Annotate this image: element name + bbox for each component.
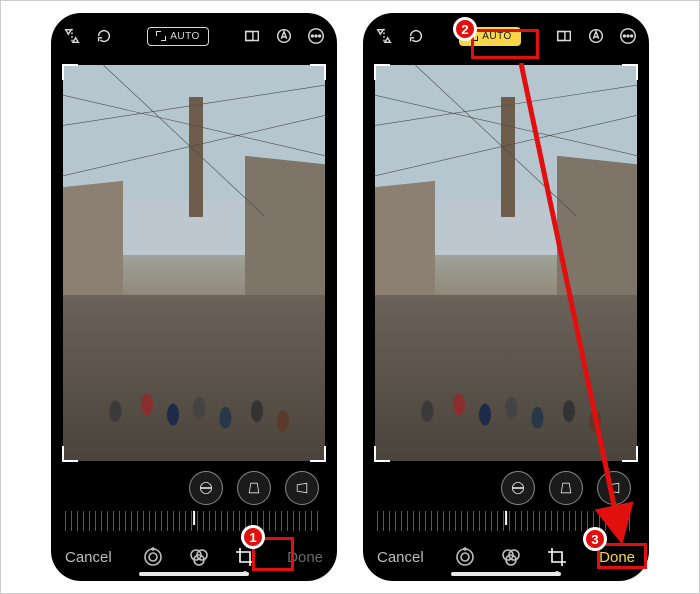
crop-mode-icon[interactable] (234, 546, 256, 568)
done-button[interactable]: Done (287, 549, 323, 566)
filters-mode-icon[interactable] (500, 546, 522, 568)
vertical-perspective-tool[interactable] (549, 471, 583, 505)
phone-screen-left: AUTO (51, 13, 337, 581)
editor-top-toolbar: AUTO (363, 13, 649, 59)
crop-handle-tl[interactable] (62, 64, 78, 80)
crop-handle-tl[interactable] (374, 64, 390, 80)
rotate-icon[interactable] (407, 27, 425, 45)
horizontal-perspective-tool[interactable] (285, 471, 319, 505)
aspect-ratio-icon[interactable] (243, 27, 261, 45)
crop-mode-icon[interactable] (546, 546, 568, 568)
perspective-tools-row (363, 465, 649, 507)
photo-preview (63, 65, 325, 461)
angle-ruler[interactable] (377, 511, 635, 531)
markup-icon[interactable] (275, 27, 293, 45)
filters-mode-icon[interactable] (188, 546, 210, 568)
flip-vertical-icon[interactable] (63, 27, 81, 45)
home-indicator (451, 572, 561, 576)
rotate-icon[interactable] (95, 27, 113, 45)
auto-crop-label: AUTO (170, 31, 200, 42)
ruler-center-indicator (193, 511, 195, 525)
straighten-tool[interactable] (189, 471, 223, 505)
cancel-button[interactable]: Cancel (65, 549, 112, 566)
editor-top-toolbar: AUTO (51, 13, 337, 59)
auto-crop-label: AUTO (482, 31, 512, 42)
crop-handle-bl[interactable] (62, 446, 78, 462)
auto-crop-frame-icon (156, 31, 166, 41)
tutorial-canvas: AUTO (0, 0, 700, 594)
more-icon[interactable] (307, 27, 325, 45)
home-indicator (139, 572, 249, 576)
crop-frame[interactable] (375, 65, 637, 461)
adjust-mode-icon[interactable] (142, 546, 164, 568)
crop-handle-br[interactable] (310, 446, 326, 462)
aspect-ratio-icon[interactable] (555, 27, 573, 45)
adjust-mode-icon[interactable] (454, 546, 476, 568)
photo-preview (375, 65, 637, 461)
horizontal-perspective-tool[interactable] (597, 471, 631, 505)
perspective-tools-row (51, 465, 337, 507)
auto-crop-frame-icon (468, 31, 478, 41)
straighten-tool[interactable] (501, 471, 535, 505)
crop-handle-tr[interactable] (310, 64, 326, 80)
crop-handle-br[interactable] (622, 446, 638, 462)
phone-screen-right: AUTO (363, 13, 649, 581)
done-button[interactable]: Done (599, 549, 635, 566)
crop-handle-tr[interactable] (622, 64, 638, 80)
auto-crop-button[interactable]: AUTO (147, 27, 209, 46)
vertical-perspective-tool[interactable] (237, 471, 271, 505)
edit-mode-switcher (454, 546, 568, 568)
markup-icon[interactable] (587, 27, 605, 45)
crop-handle-bl[interactable] (374, 446, 390, 462)
auto-crop-button[interactable]: AUTO (459, 27, 521, 46)
flip-vertical-icon[interactable] (375, 27, 393, 45)
angle-ruler[interactable] (65, 511, 323, 531)
ruler-center-indicator (505, 511, 507, 525)
edit-mode-switcher (142, 546, 256, 568)
cancel-button[interactable]: Cancel (377, 549, 424, 566)
more-icon[interactable] (619, 27, 637, 45)
crop-frame[interactable] (63, 65, 325, 461)
